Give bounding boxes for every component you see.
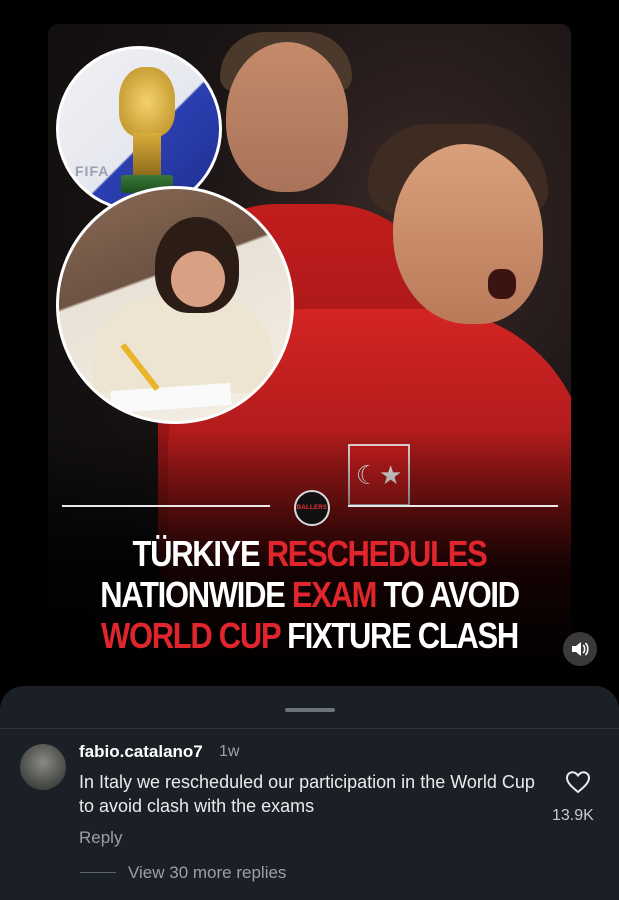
headline-line-2: NATIONWIDE EXAM TO AVOID xyxy=(85,575,535,615)
headline-line-3: WORLD CUP FIXTURE CLASH xyxy=(85,616,535,656)
comments-sheet: fabio.catalano7 1w In Italy we reschedul… xyxy=(0,686,619,900)
replies-indent-line xyxy=(80,872,116,873)
sheet-drag-handle[interactable] xyxy=(285,708,335,712)
headline-line-1: TÜRKIYE RESCHEDULES xyxy=(85,534,535,574)
sheet-divider xyxy=(0,728,619,729)
headline-word: FIXTURE CLASH xyxy=(287,615,519,656)
publisher-logo: BALLERS xyxy=(294,490,330,526)
heart-icon[interactable] xyxy=(565,770,591,794)
headline-word-red: EXAM xyxy=(291,574,378,615)
headline-divider-left xyxy=(62,505,270,507)
student-exam-inset xyxy=(56,186,294,424)
fifa-logo-text: FIFA xyxy=(75,163,110,179)
background-player-head xyxy=(226,42,348,192)
comment-username[interactable]: fabio.catalano7 xyxy=(79,742,203,762)
reply-button[interactable]: Reply xyxy=(79,828,122,848)
headline-divider-right xyxy=(348,505,558,507)
comment-text: In Italy we rescheduled our participatio… xyxy=(79,772,535,816)
trophy-stem xyxy=(133,133,161,177)
speaker-icon xyxy=(572,642,589,656)
headline-word-red: WORLD CUP xyxy=(101,615,281,656)
mute-toggle-button[interactable] xyxy=(563,632,597,666)
avatar[interactable] xyxy=(20,744,66,790)
headline-word: TO AVOID xyxy=(383,574,520,615)
like-count: 13.9K xyxy=(552,807,594,824)
player-mouth xyxy=(488,269,516,299)
student-face xyxy=(171,251,225,307)
headline-word-red: RESCHEDULES xyxy=(266,533,488,574)
headline-word: NATIONWIDE xyxy=(100,574,286,615)
trophy-icon xyxy=(119,67,175,137)
view-more-replies-button[interactable]: View 30 more replies xyxy=(128,863,286,883)
headline-word: TÜRKIYE xyxy=(132,533,261,574)
comment-timestamp: 1w xyxy=(219,743,240,760)
publisher-logo-text: BALLERS xyxy=(296,505,328,511)
foreground-player-head xyxy=(393,144,543,324)
post-image[interactable]: ☾★ FIFA BALLERS TÜRKIYE RESCHEDULES NATI… xyxy=(48,24,571,680)
